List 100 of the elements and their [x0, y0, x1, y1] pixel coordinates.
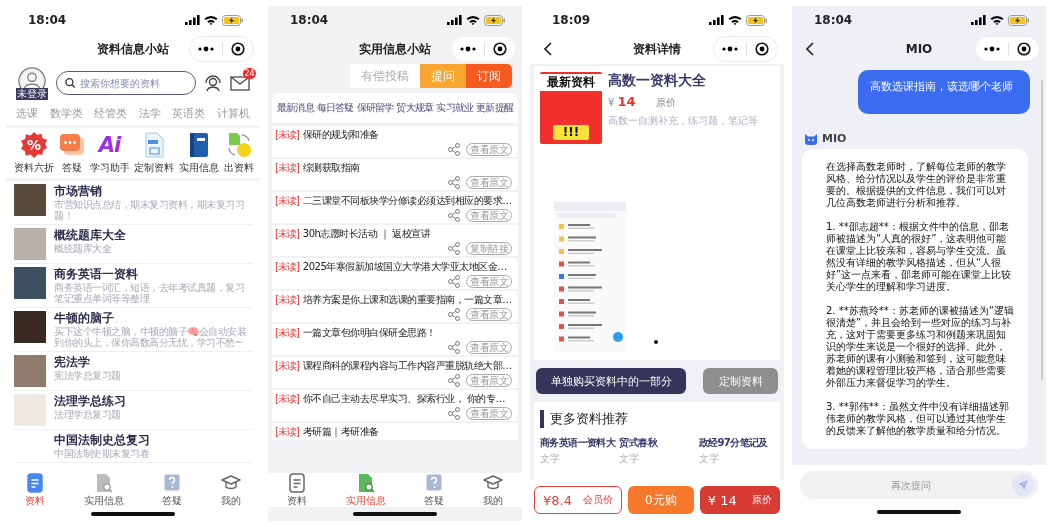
share-icon[interactable]: [448, 208, 460, 222]
page-title: MIO: [905, 42, 933, 56]
article-card[interactable]: [未读] 综测获取指南 查看原文: [272, 159, 518, 190]
search-icon: [65, 77, 76, 89]
share-icon[interactable]: [448, 373, 460, 387]
member-price-button[interactable]: ¥8.4 会员价: [534, 486, 623, 514]
category-tab[interactable]: 贸大规章: [396, 101, 434, 115]
page-title: 资料详情: [633, 40, 681, 58]
article-card[interactable]: [未读] 考研篇｜考研准备: [272, 423, 518, 440]
unread-tag: [未读]: [275, 359, 299, 373]
shortcut-item[interactable]: % 资料六折: [14, 132, 54, 175]
battery-icon: [484, 14, 506, 26]
send-icon: [1017, 479, 1029, 491]
recommendation-title[interactable]: 商务英语一资料大: [540, 436, 616, 450]
tab-bar-item[interactable]: 资料: [287, 472, 308, 508]
item-description: 宪法学总复习题: [54, 370, 121, 381]
wifi-icon: [990, 15, 1004, 25]
shortcut-item[interactable]: Ai 学习助手: [89, 132, 130, 175]
close-target-icon[interactable]: [755, 42, 769, 56]
category-tab[interactable]: 最新消息: [277, 101, 314, 115]
category-tab[interactable]: 每日答疑: [316, 101, 354, 115]
document-icon: [288, 472, 307, 493]
item-title[interactable]: 商务英语一资料: [54, 267, 252, 281]
unread-tag: [未读]: [275, 227, 299, 241]
bot-message-paragraph: 2. **苏燕玲**：苏老师的课被描述为“逻辑很清楚”，并且会给到一些对应的练习与补充，这对于需要更多练习和例题来巩固知识的学生来说是一个很好的选择。此外，苏老师的课有小测验和签到，这可能意味着她的课程管理比较严格，适合那些需要外部压力来督促学习的学生。: [826, 305, 1014, 389]
tab-bar-item[interactable]: 实用信息: [83, 472, 124, 508]
tab-bar-item[interactable]: 答疑: [162, 472, 183, 508]
close-target-icon[interactable]: [1017, 42, 1031, 56]
article-card[interactable]: [未读] 保研的规划和准备 查看原文: [272, 126, 518, 157]
member-price: ¥8.4: [543, 492, 572, 508]
more-icon[interactable]: [460, 46, 476, 52]
unread-tag: [未读]: [275, 161, 299, 175]
unread-tag: [未读]: [275, 128, 299, 142]
recommendation-type: 文字: [619, 452, 641, 466]
mail-icon[interactable]: [230, 75, 250, 91]
signal-icon: [447, 15, 462, 25]
bot-message-paragraph: 3. **郭伟**：虽然文件中没有详细描述郭伟老师的教学风格，但可以通过其他学生的反馈来了解他的教学质量和给分情况。: [826, 401, 1010, 437]
question-input-field[interactable]: 再次提问: [800, 471, 1038, 499]
tab-bar-item[interactable]: 我的: [220, 472, 241, 508]
original-price-button[interactable]: ¥ 14 原价: [699, 486, 780, 514]
discount-icon: %: [21, 132, 47, 158]
back-icon[interactable]: [544, 42, 552, 56]
share-icon[interactable]: [448, 307, 460, 321]
status-time: 18:04: [290, 13, 329, 27]
article-card[interactable]: [未读] 30h志愿时长活动 ｜ 返校宣讲 复制链接: [272, 225, 518, 256]
article-card[interactable]: [未读] 你不自己主动去尽早实习、探索行业， 你的专… 查看原文: [272, 390, 518, 421]
buy-part-button[interactable]: 单独购买资料中的一部分: [536, 368, 686, 394]
share-icon[interactable]: [448, 274, 460, 288]
more-icon[interactable]: [198, 46, 214, 52]
item-title[interactable]: 牛顿的脑子: [54, 311, 252, 325]
tab-bar-item[interactable]: 我的: [482, 472, 503, 508]
shortcut-item[interactable]: 出资料: [224, 132, 254, 175]
article-card[interactable]: [未读] 二三课堂不同板块学分修读必须达到相应的要求… 查看原文: [272, 192, 518, 223]
recommendation-type: 文字: [540, 452, 561, 466]
tab-bar-item[interactable]: 答疑: [424, 472, 445, 508]
bot-message-paragraph: 在选择高数老师时，了解每位老师的教学风格、给分情况以及学生的评价是非常重要的。根据提供的文件信息，我们可以对几位高数老师进行分析和推荐。: [826, 161, 1007, 209]
signal-icon: [185, 15, 200, 25]
status-time: 18:04: [28, 13, 67, 27]
page-title: 实用信息小站: [359, 40, 431, 58]
more-icon[interactable]: [722, 46, 738, 52]
battery-icon: [746, 14, 768, 26]
book-icon: [188, 132, 211, 158]
category-tab[interactable]: 实习就业: [436, 101, 474, 115]
item-title[interactable]: 市场营销: [54, 184, 252, 198]
item-title[interactable]: 概统题库大全: [54, 228, 126, 242]
page-title: 资料信息小站: [97, 40, 169, 58]
recommendation-title[interactable]: 政经97分笔记及: [698, 436, 774, 450]
signal-icon: [971, 15, 986, 25]
avatar-icon[interactable]: [18, 66, 46, 88]
unread-tag: [未读]: [275, 392, 299, 406]
item-title[interactable]: 中国法制史总复习: [54, 433, 150, 447]
item-title[interactable]: 法理学总练习: [54, 394, 126, 408]
article-card[interactable]: [未读] 2025年寒假新加坡国立大学港大学亚太地区金… 查看原文: [272, 258, 518, 289]
close-target-icon[interactable]: [231, 42, 245, 56]
tab-bar-item[interactable]: 资料: [25, 472, 46, 508]
more-icon[interactable]: [984, 46, 1000, 52]
carousel-dot: [654, 340, 658, 344]
support-agent-icon[interactable]: [204, 74, 222, 92]
share-icon[interactable]: [448, 175, 460, 189]
shortcut-item[interactable]: 答疑: [58, 132, 85, 175]
category-tab[interactable]: 保研留学: [356, 101, 394, 115]
shortcut-item[interactable]: 定制资料: [134, 132, 175, 175]
category-tab[interactable]: 更新提醒: [476, 101, 513, 115]
close-target-icon[interactable]: [493, 42, 507, 56]
notification-badge: 24: [243, 68, 256, 79]
battery-icon: [1008, 14, 1030, 26]
share-icon[interactable]: [448, 241, 460, 255]
share-icon[interactable]: [448, 340, 460, 354]
article-card[interactable]: [未读] 一篇文章包你明白保研全思路！ 查看原文: [272, 324, 518, 355]
search-input[interactable]: 搜索你想要的资料: [79, 77, 187, 89]
article-card[interactable]: [未读] 课程商科的课程内容与工作内容严重脱轨绝大部… 查看原文: [272, 357, 518, 388]
back-icon[interactable]: [806, 42, 814, 56]
recommendation-title[interactable]: 贸式春秋: [619, 436, 695, 450]
status-time: 18:04: [814, 13, 853, 27]
shortcut-item[interactable]: 实用信息: [179, 132, 220, 175]
article-card[interactable]: [未读] 培养方案是你上课和选课的重要指南，一篇文章… 查看原文: [272, 291, 518, 322]
share-icon[interactable]: [448, 142, 460, 156]
share-icon[interactable]: [448, 406, 460, 420]
item-title[interactable]: 宪法学: [54, 355, 121, 369]
tab-bar-item[interactable]: 实用信息: [345, 472, 386, 508]
